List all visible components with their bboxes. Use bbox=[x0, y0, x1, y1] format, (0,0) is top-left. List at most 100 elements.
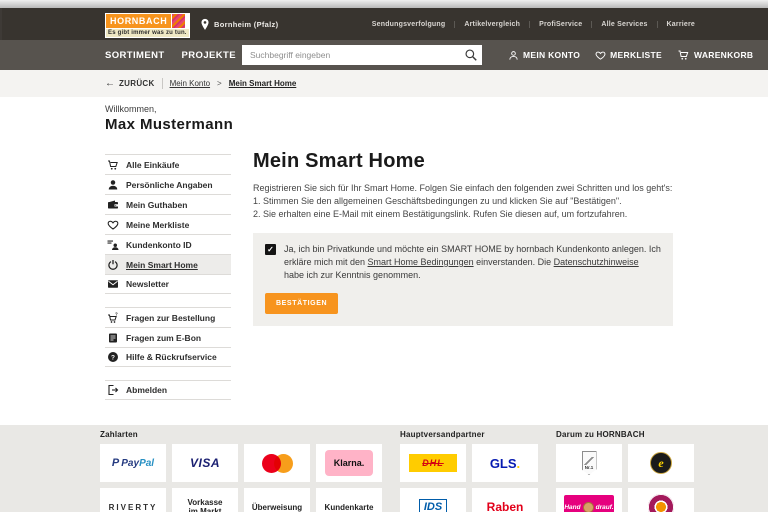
breadcrumb-mein-konto[interactable]: Mein Konto bbox=[170, 79, 210, 88]
link-profiservice[interactable]: ProfiService bbox=[530, 20, 593, 28]
link-alle-services[interactable]: Alle Services bbox=[592, 20, 658, 28]
payment-card-mastercard bbox=[244, 444, 310, 482]
visa-logo: VISA bbox=[189, 456, 220, 470]
sidebar-label: Persönliche Angaben bbox=[126, 179, 213, 190]
mastercard-logo-icon bbox=[261, 453, 293, 473]
window-top-strip bbox=[0, 0, 768, 8]
step-2: 2. Sie erhalten eine E-Mail mit einem Be… bbox=[253, 209, 628, 219]
consent-text-part3: habe ich zur Kenntnis genommen. bbox=[284, 270, 421, 280]
shipping-title: Hauptversandpartner bbox=[400, 430, 485, 439]
sidebar-item-fragen-zur-bestellung[interactable]: ? Fragen zur Bestellung bbox=[105, 307, 231, 327]
footer: Zahlarten PPayPal VISA Klarna. RIVERTY bbox=[0, 425, 768, 512]
nav-sortiment[interactable]: SORTIMENT bbox=[105, 50, 165, 61]
back-button[interactable]: ← ZURÜCK bbox=[105, 78, 155, 89]
sidebar-item-alle-einkaeufe[interactable]: Alle Einkäufe bbox=[105, 154, 231, 174]
why-card-nr1: Nr.1 bbox=[556, 444, 622, 482]
welcome-block: Willkommen, Max Mustermann bbox=[105, 104, 233, 133]
datenschutzhinweise-link[interactable]: Datenschutzhinweise bbox=[554, 257, 639, 267]
svg-text:?: ? bbox=[111, 354, 115, 361]
help-icon: ? bbox=[108, 352, 118, 362]
search-icon[interactable] bbox=[464, 48, 478, 62]
gls-logo: GLS. bbox=[489, 455, 521, 471]
logo-stripes-icon bbox=[172, 14, 186, 28]
page: HORNBACH Es gibt immer was zu tun. Bornh… bbox=[0, 0, 768, 512]
step-1: 1. Stimmen Sie den allgemeinen Geschäfts… bbox=[253, 196, 622, 206]
warenkorb-label: WARENKORB bbox=[693, 50, 754, 60]
hand-drauf-badge: Hand drauf. bbox=[564, 494, 614, 512]
link-karriere[interactable]: Karriere bbox=[658, 21, 704, 28]
kundenkarte-label: Kundenkarte bbox=[324, 502, 374, 512]
seal-badge-icon bbox=[648, 494, 674, 512]
logo-wordmark: HORNBACH bbox=[106, 14, 172, 28]
receipt-icon bbox=[109, 333, 117, 342]
mail-icon bbox=[108, 280, 118, 288]
sidebar-label: Mein Smart Home bbox=[126, 259, 198, 270]
shipping-card-raben: Raben bbox=[472, 488, 538, 512]
sidebar-label: Hilfe & Rückrufservice bbox=[126, 352, 217, 362]
sidebar-label: Newsletter bbox=[126, 279, 169, 289]
paypal-logo: P Pay Pal bbox=[111, 457, 155, 469]
sidebar-item-abmelden[interactable]: Abmelden bbox=[105, 380, 231, 400]
sidebar-label: Mein Guthaben bbox=[126, 199, 188, 210]
hornbach-logo[interactable]: HORNBACH Es gibt immer was zu tun. bbox=[105, 13, 190, 38]
shipping-card-ids: IDS bbox=[400, 488, 466, 512]
search-input[interactable] bbox=[242, 45, 482, 65]
payment-card-ueberweisung: Überweisung bbox=[244, 488, 310, 512]
sidebar-item-meine-merkliste[interactable]: Meine Merkliste bbox=[105, 214, 231, 234]
sidebar-item-fragen-zum-e-bon[interactable]: Fragen zum E-Bon bbox=[105, 327, 231, 347]
dhl-logo: DHL bbox=[409, 454, 457, 472]
sidebar-label: Kundenkonto ID bbox=[126, 239, 192, 250]
footer-payments-section: Zahlarten PPayPal VISA Klarna. RIVERTY bbox=[100, 430, 382, 512]
payment-card-kundenkarte: Kundenkarte bbox=[316, 488, 382, 512]
account-sidebar: Alle Einkäufe Persönliche Angaben Mein G… bbox=[105, 154, 231, 400]
link-artikelvergleich[interactable]: Artikelvergleich bbox=[455, 20, 531, 28]
payment-card-klarna: Klarna. bbox=[316, 444, 382, 482]
welcome-greeting: Willkommen, bbox=[105, 104, 157, 114]
intro-text: Registrieren Sie sich für Ihr Smart Home… bbox=[253, 183, 673, 193]
breadcrumb-chevron-icon: > bbox=[217, 79, 222, 88]
why-card-hand-drauf: Hand drauf. bbox=[556, 488, 622, 512]
wallet-icon bbox=[108, 200, 118, 208]
user-icon bbox=[509, 50, 518, 60]
account-nav: MEIN KONTO MERKLISTE WARENKORB bbox=[508, 40, 753, 70]
sidebar-label: Fragen zum E-Bon bbox=[126, 332, 202, 343]
vorkasse-label: Vorkasse im Markt bbox=[187, 498, 223, 512]
fist-icon bbox=[582, 501, 594, 512]
confirm-button[interactable]: BESTÄTIGEN bbox=[265, 293, 339, 314]
merkliste-button[interactable]: MERKLISTE bbox=[595, 50, 662, 61]
link-sendungsverfolgung[interactable]: Sendungsverfolgung bbox=[363, 20, 456, 28]
breadcrumb-current[interactable]: Mein Smart Home bbox=[229, 79, 297, 88]
id-card-icon bbox=[107, 240, 119, 250]
payment-card-visa: VISA bbox=[172, 444, 238, 482]
footer-shipping-section: Hauptversandpartner DHL GLS. IDS Raben bbox=[400, 430, 538, 512]
cart-icon bbox=[108, 160, 118, 170]
sidebar-item-persoenliche-angaben[interactable]: Persönliche Angaben bbox=[105, 174, 231, 194]
sidebar-item-mein-smart-home[interactable]: Mein Smart Home bbox=[105, 254, 231, 274]
search-box bbox=[242, 45, 482, 65]
location-pin-icon bbox=[201, 18, 209, 30]
nr1-badge-icon: Nr.1 bbox=[581, 451, 597, 475]
user-name: Max Mustermann bbox=[105, 116, 234, 133]
consent-text-part2: einverstanden. Die bbox=[473, 257, 554, 267]
consent-checkbox[interactable] bbox=[265, 244, 276, 255]
consent-panel: Ja, ich bin Privatkunde und möchte ein S… bbox=[253, 233, 673, 326]
consent-text: Ja, ich bin Privatkunde und möchte ein S… bbox=[284, 243, 661, 282]
sidebar-item-mein-guthaben[interactable]: Mein Guthaben bbox=[105, 194, 231, 214]
nav-projekte[interactable]: PROJEKTE bbox=[182, 50, 236, 61]
store-location[interactable]: Bornheim (Pfalz) bbox=[200, 8, 278, 40]
footer-why-section: Darum zu HORNBACH Nr.1 e Hand drauf. bbox=[556, 430, 694, 512]
breadcrumb: ← ZURÜCK Mein Konto > Mein Smart Home bbox=[0, 70, 768, 97]
merkliste-label: MERKLISTE bbox=[610, 50, 662, 60]
sidebar-label: Fragen zur Bestellung bbox=[126, 312, 216, 323]
sidebar-item-newsletter[interactable]: Newsletter bbox=[105, 274, 231, 294]
cart-icon bbox=[678, 50, 689, 60]
paypal-p-icon: P bbox=[111, 457, 120, 469]
sidebar-item-kundenkonto-id[interactable]: Kundenkonto ID bbox=[105, 234, 231, 254]
mein-konto-button[interactable]: MEIN KONTO bbox=[508, 50, 580, 61]
user-icon bbox=[108, 179, 118, 189]
payment-card-riverty: RIVERTY bbox=[100, 488, 166, 512]
warenkorb-button[interactable]: WARENKORB bbox=[677, 49, 753, 61]
sidebar-label: Alle Einkäufe bbox=[126, 159, 180, 170]
sidebar-item-hilfe-rueckrufservice[interactable]: ? Hilfe & Rückrufservice bbox=[105, 347, 231, 367]
smart-home-bedingungen-link[interactable]: Smart Home Bedingungen bbox=[368, 257, 474, 267]
